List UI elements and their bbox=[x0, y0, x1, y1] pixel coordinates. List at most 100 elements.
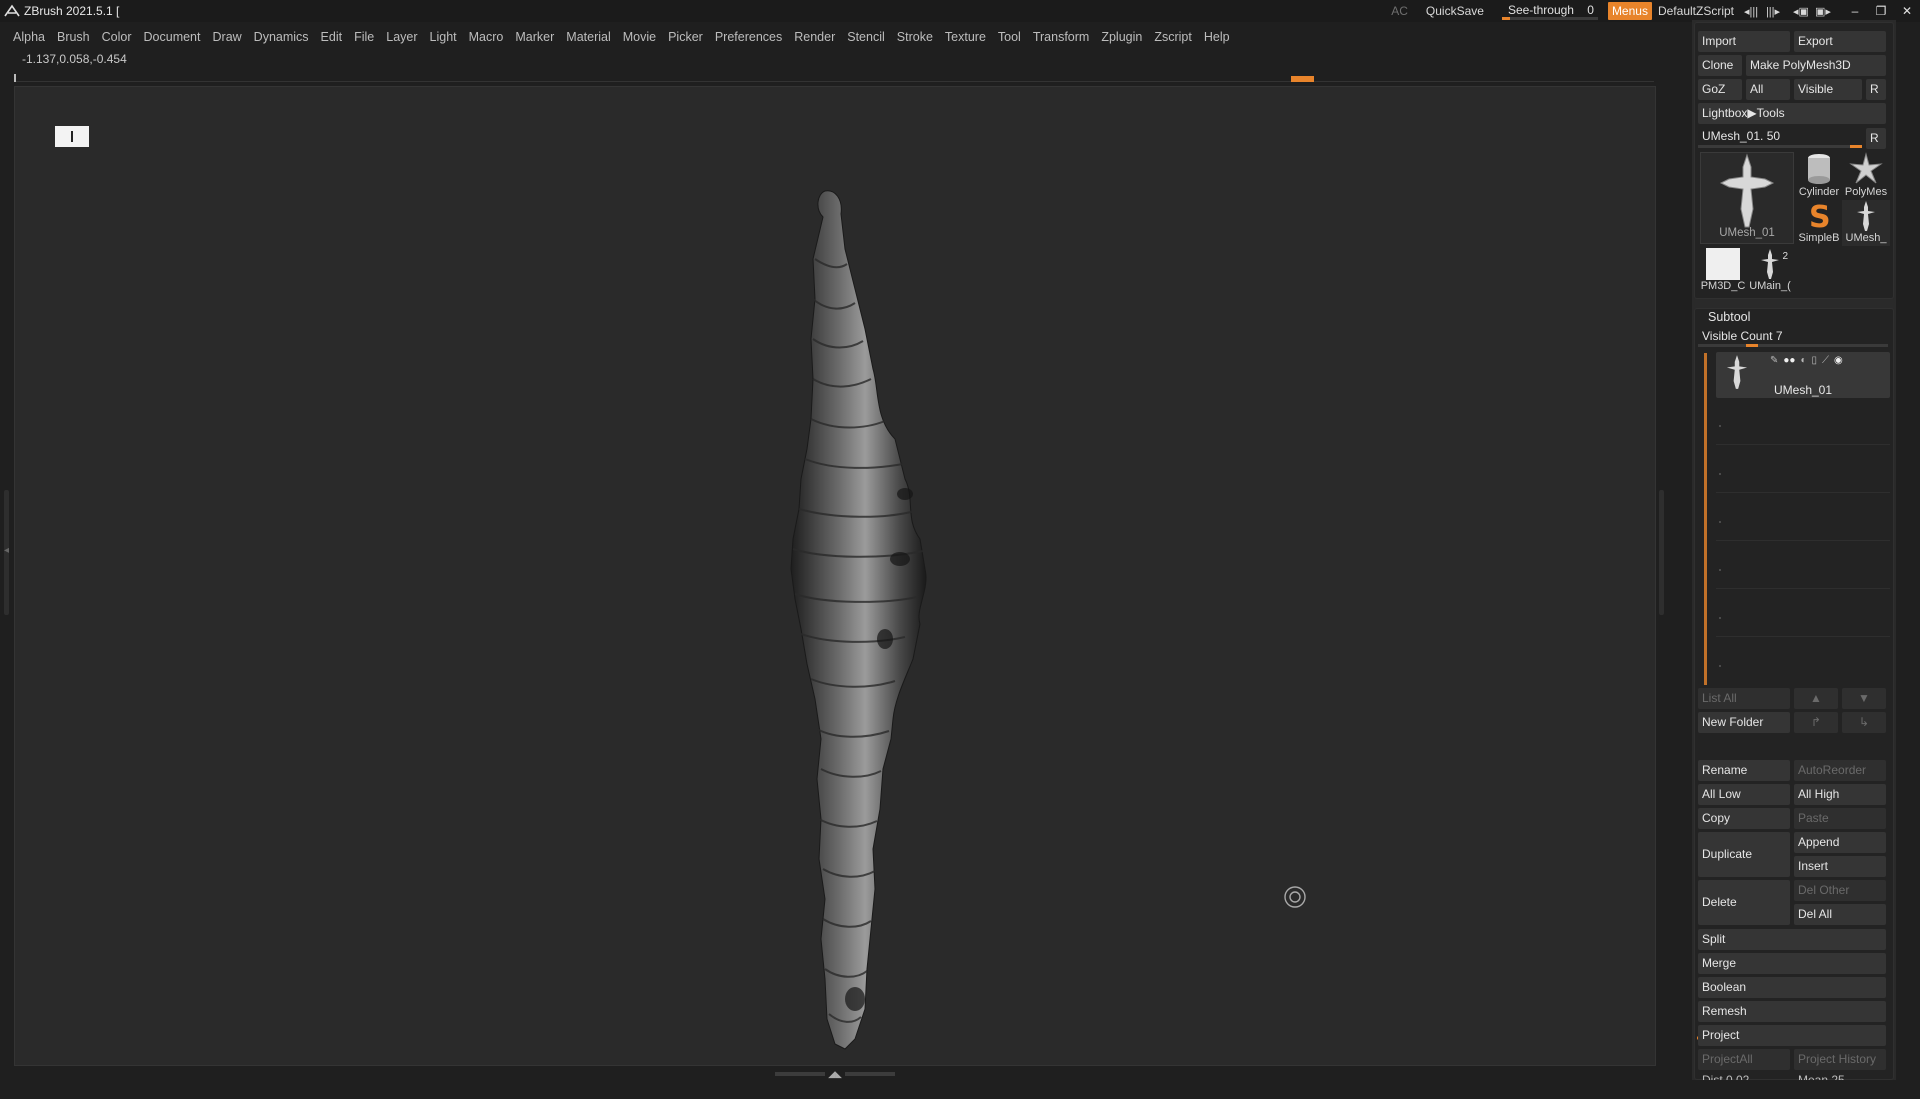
lock-icon[interactable]: ⟋ bbox=[1822, 355, 1829, 366]
tool-slider[interactable]: UMesh_01. 50 bbox=[1698, 128, 1862, 148]
subtool-title[interactable]: Subtool bbox=[1708, 310, 1750, 324]
visible-count-slider[interactable]: Visible Count 7 bbox=[1698, 327, 1888, 347]
dist-slider[interactable]: Dist 0.02 bbox=[1698, 1071, 1790, 1080]
all-high-button[interactable]: All High bbox=[1794, 784, 1886, 805]
merge-button[interactable]: Merge bbox=[1698, 953, 1886, 974]
move-up-icon[interactable]: ↱ bbox=[1794, 712, 1838, 733]
menu-movie[interactable]: Movie bbox=[623, 30, 656, 44]
menu-material[interactable]: Material bbox=[566, 30, 610, 44]
rename-button[interactable]: Rename bbox=[1698, 760, 1790, 781]
restore-icon[interactable]: ❐ bbox=[1868, 0, 1894, 22]
paste-button[interactable]: Paste bbox=[1794, 808, 1886, 829]
menu-macro[interactable]: Macro bbox=[469, 30, 504, 44]
menu-tool[interactable]: Tool bbox=[998, 30, 1021, 44]
menu-draw[interactable]: Draw bbox=[213, 30, 242, 44]
minimize-icon[interactable]: – bbox=[1842, 0, 1868, 22]
menu-stroke[interactable]: Stroke bbox=[897, 30, 933, 44]
subtool-list-divider bbox=[1716, 636, 1890, 637]
import-button[interactable]: Import bbox=[1698, 31, 1790, 52]
menu-document[interactable]: Document bbox=[144, 30, 201, 44]
arrow-up-icon[interactable]: ▲ bbox=[1794, 688, 1838, 709]
tool-slider-r-button[interactable]: R bbox=[1866, 128, 1886, 149]
left-tray-handle[interactable]: ◂ bbox=[4, 490, 9, 615]
all-low-button[interactable]: All Low bbox=[1698, 784, 1790, 805]
menu-zscript[interactable]: Zscript bbox=[1154, 30, 1192, 44]
make-polymesh-button[interactable]: Make PolyMesh3D bbox=[1746, 55, 1886, 76]
menu-transform[interactable]: Transform bbox=[1033, 30, 1090, 44]
material-icon[interactable]: ◐ bbox=[1800, 355, 1806, 366]
tool-thumb-polymesh[interactable]: PolyMes bbox=[1842, 152, 1890, 198]
insert-button[interactable]: Insert bbox=[1794, 856, 1886, 877]
menu-dynamics[interactable]: Dynamics bbox=[254, 30, 309, 44]
project-history-button[interactable]: Project History bbox=[1794, 1049, 1886, 1070]
copy-button[interactable]: Copy bbox=[1698, 808, 1790, 829]
goz-visible-button[interactable]: Visible bbox=[1794, 79, 1862, 100]
menu-picker[interactable]: Picker bbox=[668, 30, 703, 44]
menu-zplugin[interactable]: Zplugin bbox=[1101, 30, 1142, 44]
window-right-icon[interactable]: ▣▸ bbox=[1812, 0, 1834, 22]
bottom-tray-handle[interactable]: ◢◣ bbox=[770, 1069, 900, 1079]
tool-thumb-simplebrush[interactable]: S SimpleB bbox=[1796, 200, 1842, 246]
layout-right-icon[interactable]: |||▸ bbox=[1762, 0, 1784, 22]
menu-render[interactable]: Render bbox=[794, 30, 835, 44]
tool-thumb-cylinder[interactable]: Cylinder bbox=[1796, 152, 1842, 198]
menu-texture[interactable]: Texture bbox=[945, 30, 986, 44]
svg-text:S: S bbox=[1809, 200, 1831, 232]
tool-thumb-pm3d[interactable]: PM3D_C bbox=[1700, 248, 1746, 294]
tool-thumb-umesh01[interactable]: UMesh_01 bbox=[1700, 152, 1794, 244]
document-canvas[interactable] bbox=[14, 86, 1656, 1066]
menu-layer[interactable]: Layer bbox=[386, 30, 417, 44]
goz-all-button[interactable]: All bbox=[1746, 79, 1790, 100]
menu-brush[interactable]: Brush bbox=[57, 30, 90, 44]
menu-help[interactable]: Help bbox=[1204, 30, 1230, 44]
new-folder-button[interactable]: New Folder bbox=[1698, 712, 1790, 733]
menu-stencil[interactable]: Stencil bbox=[847, 30, 885, 44]
subtool-list-scrollbar[interactable] bbox=[1704, 353, 1707, 685]
close-icon[interactable]: ✕ bbox=[1894, 0, 1920, 22]
delete-button[interactable]: Delete bbox=[1698, 880, 1790, 925]
window-left-icon[interactable]: ◂▣ bbox=[1790, 0, 1812, 22]
autoreorder-button[interactable]: AutoReorder bbox=[1794, 760, 1886, 781]
boolean-button[interactable]: Boolean bbox=[1698, 977, 1886, 998]
list-all-button[interactable]: List All bbox=[1698, 688, 1790, 709]
append-button[interactable]: Append bbox=[1794, 832, 1886, 853]
duplicate-button[interactable]: Duplicate bbox=[1698, 832, 1790, 877]
clone-button[interactable]: Clone bbox=[1698, 55, 1742, 76]
ac-toggle[interactable]: AC bbox=[1391, 4, 1408, 18]
menu-alpha[interactable]: Alpha bbox=[13, 30, 45, 44]
timeline-strip[interactable] bbox=[14, 74, 1654, 82]
quicksave-button[interactable]: QuickSave bbox=[1426, 4, 1484, 18]
menu-file[interactable]: File bbox=[354, 30, 374, 44]
del-other-button[interactable]: Del Other bbox=[1794, 880, 1886, 901]
goz-button[interactable]: GoZ bbox=[1698, 79, 1742, 100]
export-button[interactable]: Export bbox=[1794, 31, 1886, 52]
goz-r-button[interactable]: R bbox=[1866, 79, 1886, 100]
subtool-item-umesh01[interactable]: ✎ ●● ◐ ▯ ⟋ ◉ UMesh_01 bbox=[1716, 352, 1890, 398]
menu-marker[interactable]: Marker bbox=[515, 30, 554, 44]
default-zscript-button[interactable]: DefaultZScript bbox=[1658, 4, 1734, 18]
mean-slider[interactable]: Mean 25 bbox=[1794, 1071, 1886, 1080]
dynamic-icon[interactable]: ▯ bbox=[1812, 355, 1818, 366]
timeline-marker[interactable] bbox=[1291, 76, 1314, 82]
del-all-button[interactable]: Del All bbox=[1794, 904, 1886, 925]
project-all-button[interactable]: ProjectAll bbox=[1698, 1049, 1790, 1070]
seethrough-slider[interactable]: See-through 0 bbox=[1501, 1, 1598, 21]
lightbox-tools-button[interactable]: Lightbox▶Tools bbox=[1698, 103, 1886, 124]
menu-edit[interactable]: Edit bbox=[321, 30, 343, 44]
split-button[interactable]: Split bbox=[1698, 929, 1886, 950]
menu-preferences[interactable]: Preferences bbox=[715, 30, 782, 44]
move-down-icon[interactable]: ↳ bbox=[1842, 712, 1886, 733]
polypaint-toggle-icon[interactable]: ●● bbox=[1783, 355, 1795, 366]
brush-icon[interactable]: ✎ bbox=[1770, 355, 1778, 366]
right-tray-handle[interactable] bbox=[1659, 490, 1664, 615]
tool-thumb-umesh[interactable]: UMesh_ bbox=[1842, 200, 1890, 246]
tool-thumb-umain[interactable]: UMain_( 2 bbox=[1746, 248, 1794, 294]
menus-button[interactable]: Menus bbox=[1607, 2, 1652, 20]
menu-color[interactable]: Color bbox=[102, 30, 132, 44]
project-button[interactable]: Project bbox=[1698, 1025, 1886, 1046]
remesh-button[interactable]: Remesh bbox=[1698, 1001, 1886, 1022]
menu-light[interactable]: Light bbox=[430, 30, 457, 44]
arrow-down-icon[interactable]: ▼ bbox=[1842, 688, 1886, 709]
eye-icon[interactable]: ◉ bbox=[1834, 355, 1843, 366]
layout-left-icon[interactable]: ◂||| bbox=[1740, 0, 1762, 22]
